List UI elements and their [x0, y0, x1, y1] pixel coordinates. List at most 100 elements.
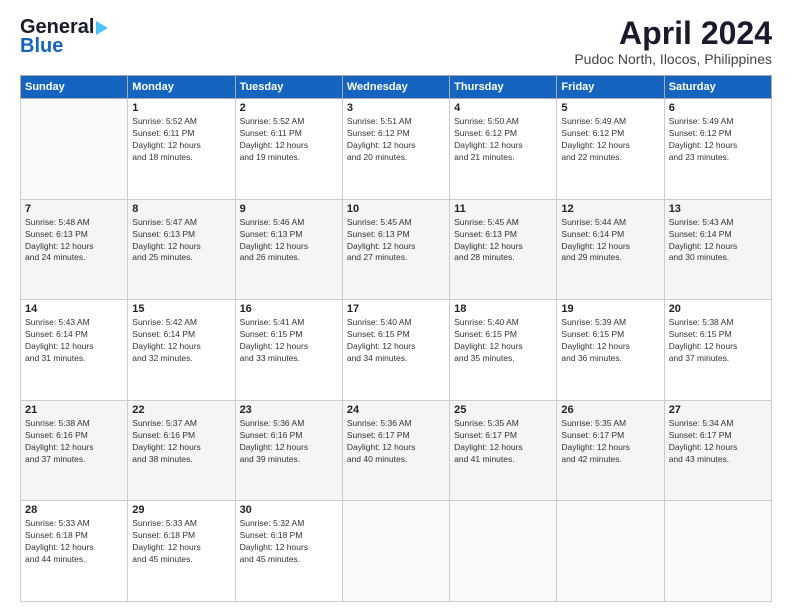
day-info: Sunrise: 5:37 AM Sunset: 6:16 PM Dayligh… [132, 418, 230, 466]
header-day-saturday: Saturday [664, 76, 771, 99]
week-row-4: 21 Sunrise: 5:38 AM Sunset: 6:16 PM Dayli… [21, 400, 772, 501]
day-number: 3 [347, 102, 445, 114]
day-number: 5 [561, 102, 659, 114]
day-cell [21, 99, 128, 200]
day-info: Sunrise: 5:35 AM Sunset: 6:17 PM Dayligh… [561, 418, 659, 466]
day-number: 29 [132, 504, 230, 516]
day-number: 2 [240, 102, 338, 114]
header-row: SundayMondayTuesdayWednesdayThursdayFrid… [21, 76, 772, 99]
day-info: Sunrise: 5:45 AM Sunset: 6:13 PM Dayligh… [454, 217, 552, 265]
day-number: 10 [347, 203, 445, 215]
header-day-sunday: Sunday [21, 76, 128, 99]
day-cell: 4Sunrise: 5:50 AM Sunset: 6:12 PM Daylig… [450, 99, 557, 200]
day-info: Sunrise: 5:48 AM Sunset: 6:13 PM Dayligh… [25, 217, 123, 265]
day-cell: 6 Sunrise: 5:49 AM Sunset: 6:12 PM Daylig… [664, 99, 771, 200]
day-info: Sunrise: 5:52 AM Sunset: 6:11 PM Dayligh… [240, 116, 338, 164]
day-cell [342, 501, 449, 602]
day-number: 17 [347, 303, 445, 315]
day-number: 9 [240, 203, 338, 215]
day-number: 13 [669, 203, 767, 215]
day-number: 27 [669, 404, 767, 416]
day-number: 26 [561, 404, 659, 416]
title-block: April 2024 Pudoc North, Ilocos, Philippi… [574, 16, 772, 67]
day-info: Sunrise: 5:40 AM Sunset: 6:15 PM Dayligh… [454, 317, 552, 365]
day-number: 7 [25, 203, 123, 215]
day-number: 25 [454, 404, 552, 416]
day-number: 6 [669, 102, 767, 114]
header-day-thursday: Thursday [450, 76, 557, 99]
day-cell: 15Sunrise: 5:42 AM Sunset: 6:14 PM Dayli… [128, 300, 235, 401]
logo-arrow-icon [96, 21, 108, 35]
day-info: Sunrise: 5:46 AM Sunset: 6:13 PM Dayligh… [240, 217, 338, 265]
calendar-table: SundayMondayTuesdayWednesdayThursdayFrid… [20, 75, 772, 602]
day-cell: 24 Sunrise: 5:36 AM Sunset: 6:17 PM Dayli… [342, 400, 449, 501]
week-row-1: 1Sunrise: 5:52 AM Sunset: 6:11 PM Daylig… [21, 99, 772, 200]
day-number: 19 [561, 303, 659, 315]
day-number: 14 [25, 303, 123, 315]
calendar-page: General Blue April 2024 Pudoc North, Ilo… [0, 0, 792, 612]
day-cell: 2 Sunrise: 5:52 AM Sunset: 6:11 PM Daylig… [235, 99, 342, 200]
day-number: 28 [25, 504, 123, 516]
day-cell: 1Sunrise: 5:52 AM Sunset: 6:11 PM Daylig… [128, 99, 235, 200]
logo: General Blue [20, 16, 108, 58]
header-day-tuesday: Tuesday [235, 76, 342, 99]
header-day-friday: Friday [557, 76, 664, 99]
day-cell [450, 501, 557, 602]
day-cell: 10 Sunrise: 5:45 AM Sunset: 6:13 PM Dayli… [342, 199, 449, 300]
day-info: Sunrise: 5:38 AM Sunset: 6:16 PM Dayligh… [25, 418, 123, 466]
day-cell: 19 Sunrise: 5:39 AM Sunset: 6:15 PM Dayli… [557, 300, 664, 401]
day-info: Sunrise: 5:49 AM Sunset: 6:12 PM Dayligh… [561, 116, 659, 164]
day-info: Sunrise: 5:36 AM Sunset: 6:17 PM Dayligh… [347, 418, 445, 466]
week-row-3: 14 Sunrise: 5:43 AM Sunset: 6:14 PM Dayli… [21, 300, 772, 401]
day-cell: 16 Sunrise: 5:41 AM Sunset: 6:15 PM Dayli… [235, 300, 342, 401]
day-cell: 25 Sunrise: 5:35 AM Sunset: 6:17 PM Dayli… [450, 400, 557, 501]
day-info: Sunrise: 5:33 AM Sunset: 6:18 PM Dayligh… [25, 518, 123, 566]
day-info: Sunrise: 5:43 AM Sunset: 6:14 PM Dayligh… [25, 317, 123, 365]
day-cell: 20Sunrise: 5:38 AM Sunset: 6:15 PM Dayli… [664, 300, 771, 401]
day-number: 23 [240, 404, 338, 416]
day-cell: 18 Sunrise: 5:40 AM Sunset: 6:15 PM Dayli… [450, 300, 557, 401]
day-cell: 7 Sunrise: 5:48 AM Sunset: 6:13 PM Daylig… [21, 199, 128, 300]
day-number: 4 [454, 102, 552, 114]
day-info: Sunrise: 5:34 AM Sunset: 6:17 PM Dayligh… [669, 418, 767, 466]
day-info: Sunrise: 5:49 AM Sunset: 6:12 PM Dayligh… [669, 116, 767, 164]
day-number: 21 [25, 404, 123, 416]
day-cell: 8 Sunrise: 5:47 AM Sunset: 6:13 PM Daylig… [128, 199, 235, 300]
header-day-monday: Monday [128, 76, 235, 99]
day-cell: 21 Sunrise: 5:38 AM Sunset: 6:16 PM Dayli… [21, 400, 128, 501]
day-cell: 23 Sunrise: 5:36 AM Sunset: 6:16 PM Dayli… [235, 400, 342, 501]
day-number: 30 [240, 504, 338, 516]
day-number: 8 [132, 203, 230, 215]
month-title: April 2024 [574, 16, 772, 51]
day-info: Sunrise: 5:51 AM Sunset: 6:12 PM Dayligh… [347, 116, 445, 164]
day-cell [557, 501, 664, 602]
day-info: Sunrise: 5:33 AM Sunset: 6:18 PM Dayligh… [132, 518, 230, 566]
day-cell: 13 Sunrise: 5:43 AM Sunset: 6:14 PM Dayli… [664, 199, 771, 300]
day-cell: 5 Sunrise: 5:49 AM Sunset: 6:12 PM Daylig… [557, 99, 664, 200]
day-number: 24 [347, 404, 445, 416]
day-cell: 28 Sunrise: 5:33 AM Sunset: 6:18 PM Dayli… [21, 501, 128, 602]
day-cell: 14 Sunrise: 5:43 AM Sunset: 6:14 PM Dayli… [21, 300, 128, 401]
day-info: Sunrise: 5:43 AM Sunset: 6:14 PM Dayligh… [669, 217, 767, 265]
day-info: Sunrise: 5:47 AM Sunset: 6:13 PM Dayligh… [132, 217, 230, 265]
week-row-2: 7 Sunrise: 5:48 AM Sunset: 6:13 PM Daylig… [21, 199, 772, 300]
day-info: Sunrise: 5:36 AM Sunset: 6:16 PM Dayligh… [240, 418, 338, 466]
logo-blue: Blue [20, 35, 63, 58]
day-number: 15 [132, 303, 230, 315]
location: Pudoc North, Ilocos, Philippines [574, 51, 772, 67]
day-number: 20 [669, 303, 767, 315]
day-number: 18 [454, 303, 552, 315]
day-info: Sunrise: 5:35 AM Sunset: 6:17 PM Dayligh… [454, 418, 552, 466]
day-number: 11 [454, 203, 552, 215]
day-info: Sunrise: 5:44 AM Sunset: 6:14 PM Dayligh… [561, 217, 659, 265]
day-cell: 22 Sunrise: 5:37 AM Sunset: 6:16 PM Dayli… [128, 400, 235, 501]
header: General Blue April 2024 Pudoc North, Ilo… [20, 16, 772, 67]
day-info: Sunrise: 5:45 AM Sunset: 6:13 PM Dayligh… [347, 217, 445, 265]
day-info: Sunrise: 5:41 AM Sunset: 6:15 PM Dayligh… [240, 317, 338, 365]
day-cell: 17Sunrise: 5:40 AM Sunset: 6:15 PM Dayli… [342, 300, 449, 401]
day-info: Sunrise: 5:39 AM Sunset: 6:15 PM Dayligh… [561, 317, 659, 365]
week-row-5: 28 Sunrise: 5:33 AM Sunset: 6:18 PM Dayli… [21, 501, 772, 602]
day-number: 16 [240, 303, 338, 315]
day-number: 12 [561, 203, 659, 215]
day-number: 22 [132, 404, 230, 416]
